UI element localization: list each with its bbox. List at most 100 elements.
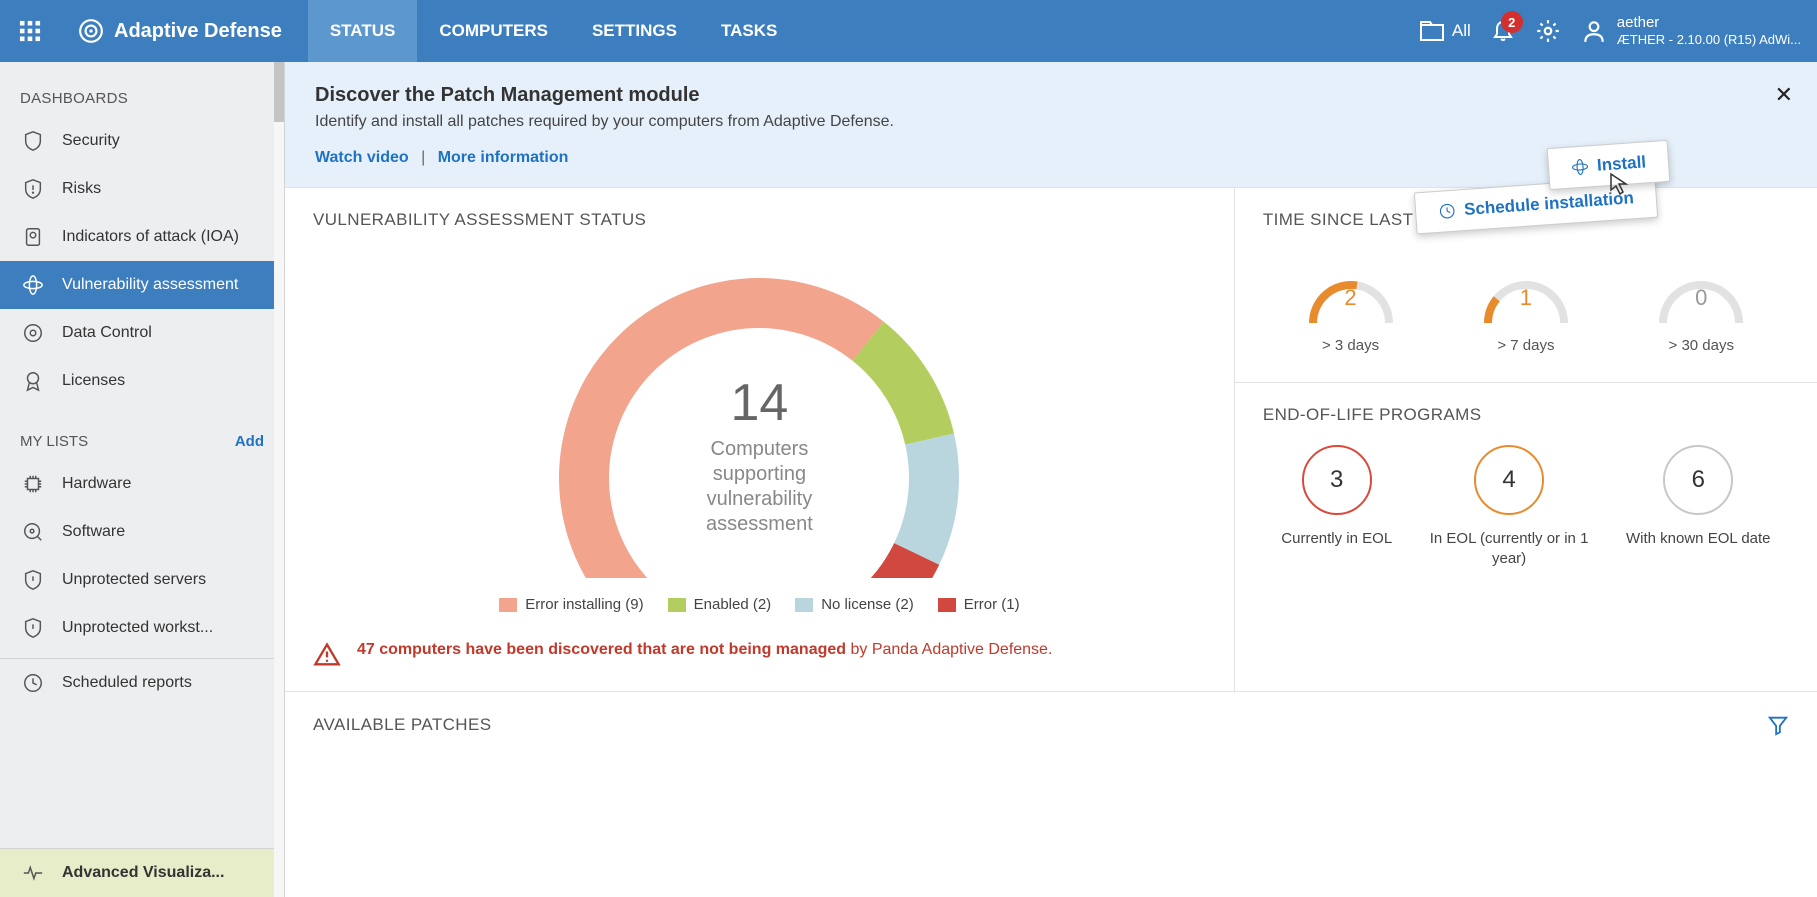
gear-icon bbox=[1535, 18, 1561, 44]
eol-row: 3Currently in EOL 4In EOL (currently or i… bbox=[1263, 445, 1789, 568]
mylists-add-link[interactable]: Add bbox=[235, 433, 264, 450]
brand-text: Adaptive Defense bbox=[114, 20, 282, 43]
sidebar-item-risks[interactable]: Risks bbox=[0, 165, 284, 213]
sidebar-item-scheduled-reports[interactable]: Scheduled reports bbox=[0, 658, 284, 707]
patches-title: AVAILABLE PATCHES bbox=[313, 715, 491, 735]
nav-tabs: STATUS COMPUTERS SETTINGS TASKS bbox=[308, 0, 799, 62]
sidebar-scrollbar[interactable] bbox=[274, 62, 284, 897]
user-name: aether bbox=[1617, 13, 1801, 33]
sidebar-item-label: Advanced Visualiza... bbox=[62, 864, 224, 882]
right-column: TIME SINCE LAST CHECK 2> 3 days1> 7 days… bbox=[1235, 188, 1817, 691]
sidebar-item-security[interactable]: Security bbox=[0, 117, 284, 165]
sidebar-item-label: Security bbox=[62, 132, 120, 150]
atom-icon bbox=[1570, 157, 1589, 176]
topbar-right: All 2 aether ÆTHER - 2.10.00 (R15) AdWi.… bbox=[1420, 0, 1817, 62]
notifications-button[interactable]: 2 bbox=[1491, 19, 1515, 43]
settings-gear-button[interactable] bbox=[1535, 18, 1561, 44]
separator: | bbox=[421, 149, 425, 166]
vuln-legend: Error installing (9) Enabled (2) No licens… bbox=[313, 596, 1206, 613]
sidebar-item-vulnerability[interactable]: Vulnerability assessment bbox=[0, 261, 284, 309]
tab-computers[interactable]: COMPUTERS bbox=[417, 0, 570, 62]
clock-icon bbox=[22, 672, 44, 694]
badge-icon bbox=[22, 226, 44, 248]
banner-title: Discover the Patch Management module bbox=[315, 84, 1787, 107]
gauge-label: Computers supporting vulnerability asses… bbox=[313, 437, 1206, 537]
folder-icon bbox=[1420, 21, 1444, 41]
sidebar-item-advanced-visualization[interactable]: Advanced Visualiza... bbox=[0, 848, 284, 897]
mylists-title: MY LISTS bbox=[20, 433, 88, 450]
install-button[interactable]: Install bbox=[1547, 140, 1671, 190]
brand[interactable]: Adaptive Defense bbox=[60, 18, 300, 44]
promo-banner: Discover the Patch Management module Ide… bbox=[285, 62, 1817, 188]
install-label: Install bbox=[1596, 152, 1646, 175]
legend-item[interactable]: Enabled (2) bbox=[668, 596, 772, 613]
pulse-icon bbox=[22, 862, 44, 884]
sidebar-list-software[interactable]: Software bbox=[0, 508, 284, 556]
schedule-label: Schedule installation bbox=[1463, 188, 1634, 220]
sidebar-list-unprotected-servers[interactable]: Unprotected servers bbox=[0, 556, 284, 604]
top-bar: Adaptive Defense STATUS COMPUTERS SETTIN… bbox=[0, 0, 1817, 62]
vuln-gauge[interactable]: 14 Computers supporting vulnerability as… bbox=[313, 248, 1206, 578]
folder-all-label: All bbox=[1452, 21, 1471, 41]
more-info-link[interactable]: More information bbox=[438, 149, 569, 166]
user-menu[interactable]: aether ÆTHER - 2.10.00 (R15) AdWi... bbox=[1581, 13, 1801, 49]
ribbon-icon bbox=[22, 370, 44, 392]
folder-all-button[interactable]: All bbox=[1420, 21, 1471, 41]
user-icon bbox=[1581, 18, 1607, 44]
sidebar-item-ioa[interactable]: Indicators of attack (IOA) bbox=[0, 213, 284, 261]
sidebar-item-label: Indicators of attack (IOA) bbox=[62, 228, 239, 246]
banner-subtitle: Identify and install all patches require… bbox=[315, 113, 1787, 131]
notif-badge: 2 bbox=[1501, 11, 1523, 33]
eol-item[interactable]: 6With known EOL date bbox=[1626, 445, 1771, 568]
banner-close-button[interactable]: ✕ bbox=[1775, 82, 1793, 108]
time-gauge[interactable]: 2> 3 days bbox=[1306, 268, 1396, 354]
eol-title: END-OF-LIFE PROGRAMS bbox=[1263, 405, 1789, 425]
sidebar-item-label: Hardware bbox=[62, 475, 131, 493]
tab-tasks[interactable]: TASKS bbox=[699, 0, 799, 62]
legend-item[interactable]: Error (1) bbox=[938, 596, 1020, 613]
user-version: ÆTHER - 2.10.00 (R15) AdWi... bbox=[1617, 32, 1801, 49]
dashboards-title: DASHBOARDS bbox=[0, 62, 284, 117]
legend-item[interactable]: No license (2) bbox=[795, 596, 914, 613]
warning-icon bbox=[313, 641, 341, 669]
sidebar-item-licenses[interactable]: Licenses bbox=[0, 357, 284, 405]
sidebar-item-label: Unprotected servers bbox=[62, 571, 206, 589]
unmanaged-warning[interactable]: 47 computers have been discovered that a… bbox=[313, 641, 1206, 669]
target-icon bbox=[78, 18, 104, 44]
clock-icon bbox=[1438, 202, 1457, 221]
disc-icon bbox=[22, 322, 44, 344]
sidebar-item-label: Software bbox=[62, 523, 125, 541]
sidebar-item-label: Vulnerability assessment bbox=[62, 276, 238, 294]
time-gauge[interactable]: 1> 7 days bbox=[1481, 268, 1571, 354]
eol-panel: END-OF-LIFE PROGRAMS 3Currently in EOL 4I… bbox=[1235, 382, 1817, 568]
tab-settings[interactable]: SETTINGS bbox=[570, 0, 699, 62]
atom-icon bbox=[22, 274, 44, 296]
warn-rest: by Panda Adaptive Defense. bbox=[846, 641, 1052, 658]
warn-bold: 47 computers have been discovered that a… bbox=[357, 641, 846, 658]
watch-video-link[interactable]: Watch video bbox=[315, 149, 409, 166]
time-gauge[interactable]: 0> 30 days bbox=[1656, 268, 1746, 354]
eol-item[interactable]: 4In EOL (currently or in 1 year) bbox=[1429, 445, 1589, 568]
sidebar-item-label: Data Control bbox=[62, 324, 152, 342]
sidebar-item-label: Licenses bbox=[62, 372, 125, 390]
patches-panel: AVAILABLE PATCHES bbox=[285, 691, 1817, 758]
sidebar-item-label: Risks bbox=[62, 180, 101, 198]
legend-item[interactable]: Error installing (9) bbox=[499, 596, 643, 613]
shield-warn-icon bbox=[22, 569, 44, 591]
gauge-count: 14 bbox=[313, 373, 1206, 433]
apps-grid-button[interactable] bbox=[0, 0, 60, 62]
sidebar-item-label: Scheduled reports bbox=[62, 674, 192, 692]
time-gauges: 2> 3 days 1> 7 days 0> 30 days bbox=[1263, 268, 1789, 354]
sidebar: DASHBOARDS Security Risks Indicators of … bbox=[0, 62, 285, 897]
vuln-panel: VULNERABILITY ASSESSMENT STATUS 14 Compu… bbox=[285, 188, 1235, 691]
shield-alert-icon bbox=[22, 178, 44, 200]
sidebar-list-unprotected-workstations[interactable]: Unprotected workst... bbox=[0, 604, 284, 652]
filter-icon[interactable] bbox=[1767, 714, 1789, 736]
shield-warn-icon bbox=[22, 617, 44, 639]
chip-icon bbox=[22, 473, 44, 495]
sidebar-item-label: Unprotected workst... bbox=[62, 619, 213, 637]
tab-status[interactable]: STATUS bbox=[308, 0, 417, 62]
sidebar-list-hardware[interactable]: Hardware bbox=[0, 460, 284, 508]
sidebar-item-data-control[interactable]: Data Control bbox=[0, 309, 284, 357]
eol-item[interactable]: 3Currently in EOL bbox=[1281, 445, 1392, 568]
